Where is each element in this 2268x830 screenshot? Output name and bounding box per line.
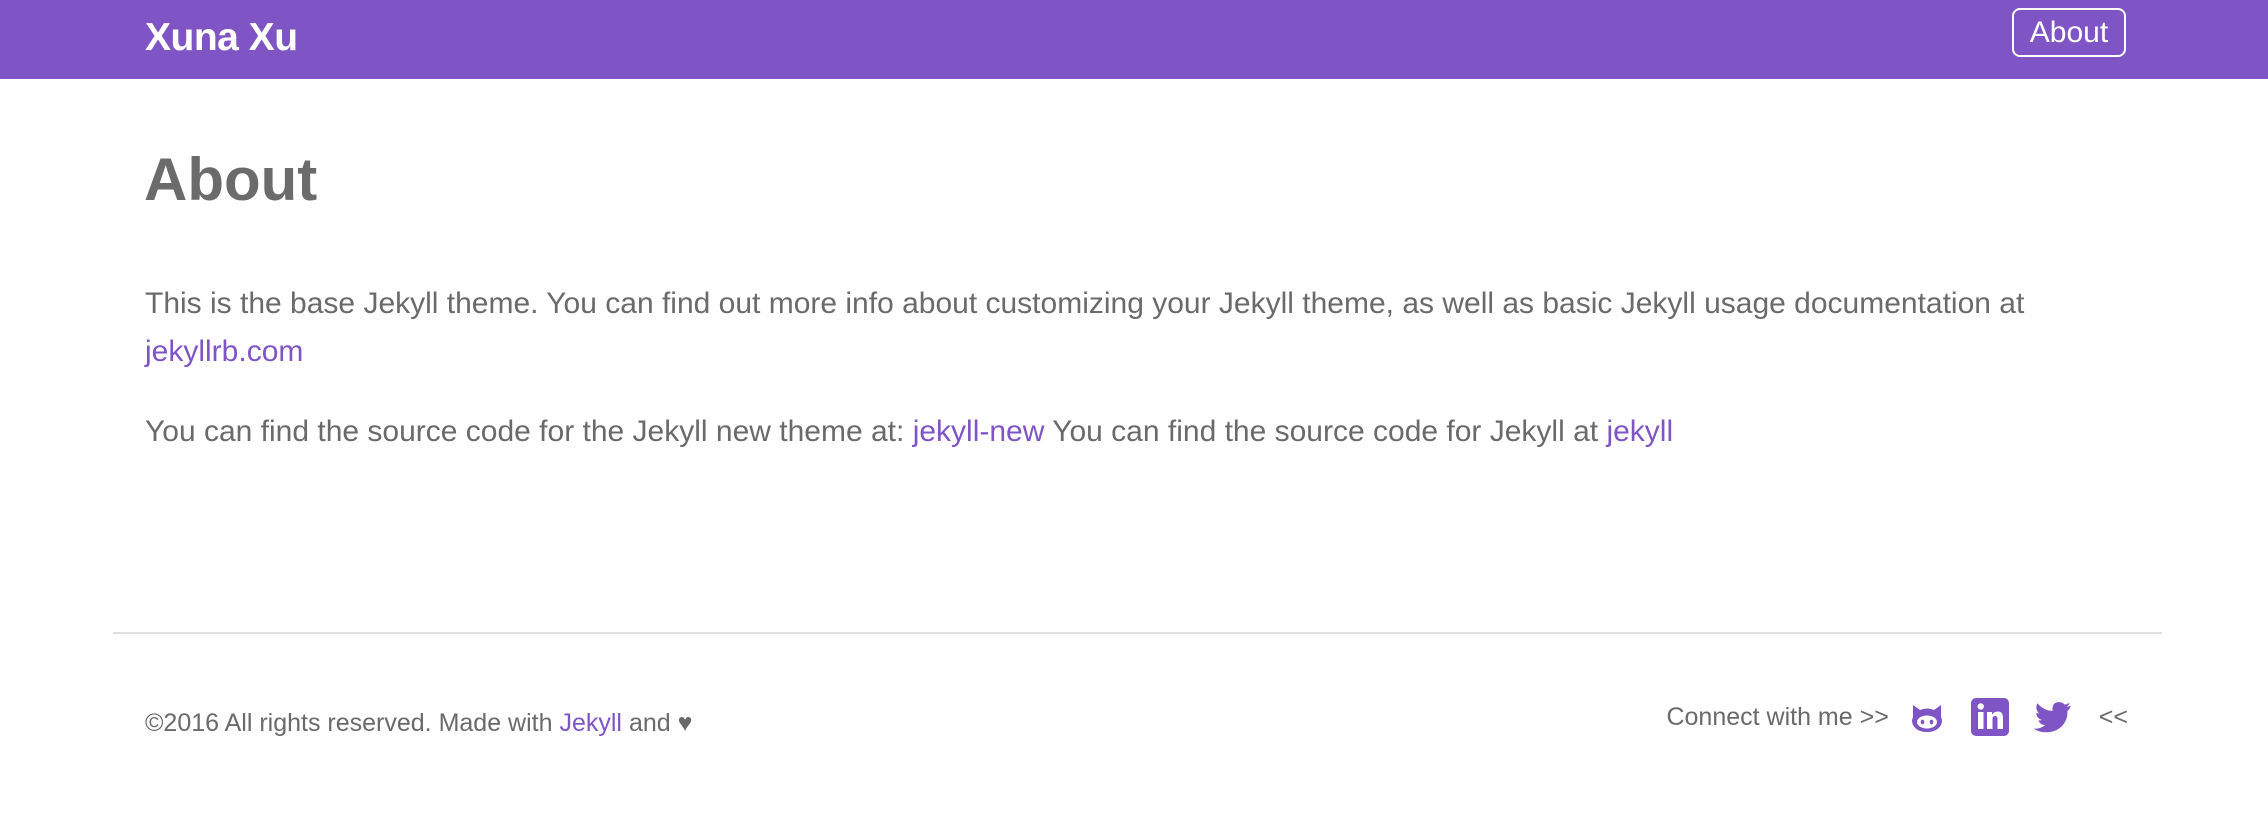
jekyllrb-link[interactable]: jekyllrb.com [145, 335, 303, 368]
page-title: About [144, 146, 318, 213]
social-links: Connect with me >> << [1666, 695, 2128, 739]
intro-paragraph: This is the base Jekyll theme. You can f… [145, 280, 2145, 376]
source-text-a: You can find the source code for the Jek… [145, 415, 905, 448]
jekyll-new-link[interactable]: jekyll-new [913, 415, 1045, 448]
made-with-suffix: and ♥ [628, 709, 693, 737]
source-text-b: You can find the source code for Jekyll … [1052, 415, 1599, 448]
end-marker: << [2098, 702, 2128, 731]
footer-copyright: ©2016 All rights reserved. Made with Jek… [145, 705, 692, 741]
github-icon[interactable] [1907, 697, 1947, 737]
site-header: Xuna Xu About [0, 0, 2268, 79]
footer-divider [113, 632, 2162, 634]
connect-label: Connect with me >> [1666, 702, 1889, 731]
twitter-icon[interactable] [2033, 697, 2073, 737]
copyright-text: ©2016 All rights reserved. Made with [145, 709, 553, 737]
source-paragraph: You can find the source code for the Jek… [145, 408, 2145, 456]
linkedin-icon[interactable] [1970, 697, 2010, 737]
site-title-link[interactable]: Xuna Xu [145, 14, 298, 62]
jekyll-link[interactable]: jekyll [1606, 415, 1673, 448]
footer-jekyll-link[interactable]: Jekyll [559, 709, 622, 737]
intro-text: This is the base Jekyll theme. You can f… [145, 287, 2025, 320]
nav-about-button[interactable]: About [2012, 8, 2126, 57]
